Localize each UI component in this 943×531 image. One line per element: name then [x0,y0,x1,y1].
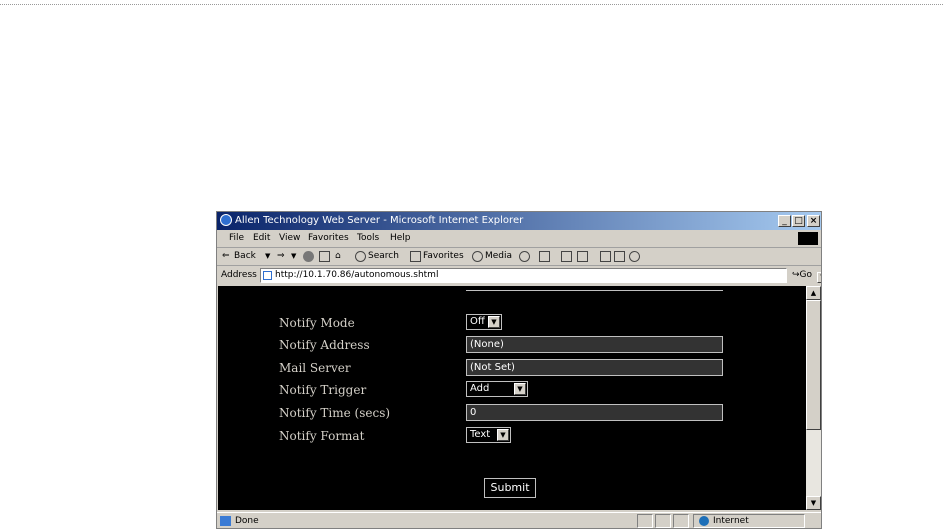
mail-server-label: Mail Server [279,361,351,375]
notify-trigger-label: Notify Trigger [279,383,367,397]
scroll-up-icon[interactable]: ▲ [806,286,821,300]
notify-mode-label: Notify Mode [279,316,355,330]
address-input[interactable]: http://10.1.70.86/autonomous.shtml ▼ [260,268,821,283]
chevron-down-icon[interactable]: ▼ [514,383,526,395]
notify-trigger-select[interactable]: Add ▼ [466,381,528,397]
go-label: Go [799,270,813,280]
notify-mode-select[interactable]: Off ▼ [466,314,502,330]
notify-trigger-row: Notify Trigger Add ▼ [218,380,806,402]
cut-off-field [466,286,723,291]
toolbar: ⇐ Back ▼ ⇒ ▼ ⌂ Search Favorites Media [217,248,821,266]
menu-favorites[interactable]: Favorites [308,230,349,247]
windows-logo-icon [798,232,818,245]
media-icon[interactable] [472,251,483,262]
search-button[interactable]: Search [368,248,399,265]
research-icon[interactable] [614,251,625,262]
edit-icon[interactable] [577,251,588,262]
go-button[interactable]: ↪Go [792,266,812,285]
menu-edit[interactable]: Edit [253,230,270,247]
status-pane [637,514,653,528]
notify-format-label: Notify Format [279,429,365,443]
notify-address-input[interactable]: (None) [466,336,723,353]
history-icon[interactable] [519,251,530,262]
chevron-down-icon[interactable]: ▼ [497,429,509,441]
minimize-button[interactable]: _ [778,215,791,227]
status-pane [655,514,671,528]
maximize-button[interactable]: □ [792,215,805,227]
vertical-scrollbar[interactable]: ▲ ▼ [806,286,821,510]
address-bar: Address http://10.1.70.86/autonomous.sht… [217,266,821,285]
menu-help[interactable]: Help [390,230,411,247]
back-arrow-icon[interactable]: ⇐ [222,248,230,265]
notify-format-value: Text [470,429,491,440]
menu-tools[interactable]: Tools [357,230,379,247]
title-bar[interactable]: Allen Technology Web Server - Microsoft … [217,212,821,230]
favorites-button[interactable]: Favorites [423,248,464,265]
page-top-rule [0,4,943,5]
notify-time-label: Notify Time (secs) [279,406,391,420]
media-button[interactable]: Media [485,248,512,265]
address-url: http://10.1.70.86/autonomous.shtml [275,270,439,280]
notify-address-row: Notify Address (None) [218,335,806,357]
notify-trigger-value: Add [470,383,490,394]
notify-time-input[interactable]: 0 [466,404,723,421]
notify-mode-value: Off [470,316,485,327]
status-bar: Done Internet [217,512,821,528]
scroll-down-icon[interactable]: ▼ [806,496,821,510]
menu-file[interactable]: File [229,230,244,247]
messenger-icon[interactable] [629,251,640,262]
menu-view[interactable]: View [279,230,300,247]
address-dropdown-icon[interactable]: ▼ [817,272,821,283]
page-icon [263,271,272,280]
refresh-icon[interactable] [319,251,330,262]
status-pane [673,514,689,528]
zone-pane [693,514,805,528]
status-text: Done [235,516,259,526]
mail-server-row: Mail Server (Not Set) [218,358,806,380]
scroll-thumb[interactable] [806,300,821,430]
browser-window: Allen Technology Web Server - Microsoft … [216,211,822,529]
submit-button[interactable]: Submit [484,478,536,498]
print-icon[interactable] [561,251,572,262]
zone-text: Internet [713,516,749,526]
mail-icon[interactable] [539,251,550,262]
page-done-icon [220,516,231,526]
page-content: Notify Mode Off ▼ Notify Address (None) … [218,286,806,510]
ie-logo-icon [220,214,232,226]
forward-icon[interactable]: ⇒ [277,248,285,265]
back-button[interactable]: Back [234,248,256,265]
discuss-icon[interactable] [600,251,611,262]
notify-mode-row: Notify Mode Off ▼ [218,313,806,335]
address-label: Address [221,270,257,280]
back-dropdown-icon[interactable]: ▼ [265,248,270,265]
favorites-icon[interactable] [410,251,421,262]
close-button[interactable]: × [807,215,820,227]
forward-dropdown-icon[interactable]: ▼ [291,248,296,265]
notify-format-row: Notify Format Text ▼ [218,426,806,448]
window-title: Allen Technology Web Server - Microsoft … [235,215,524,226]
search-icon[interactable] [355,251,366,262]
home-icon[interactable]: ⌂ [335,248,341,265]
notify-time-row: Notify Time (secs) 0 [218,403,806,425]
mail-server-input[interactable]: (Not Set) [466,359,723,376]
notify-format-select[interactable]: Text ▼ [466,427,511,443]
notify-address-label: Notify Address [279,338,370,352]
menu-bar: File Edit View Favorites Tools Help [217,230,821,248]
stop-icon[interactable] [303,251,314,262]
chevron-down-icon[interactable]: ▼ [488,316,500,328]
internet-globe-icon [699,516,709,526]
